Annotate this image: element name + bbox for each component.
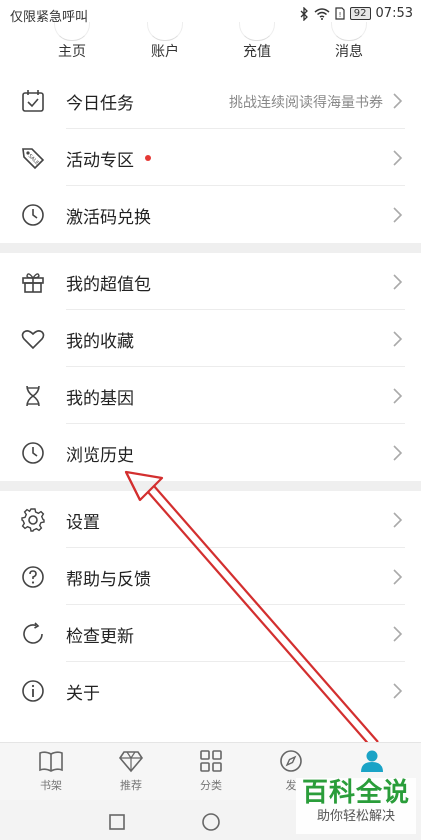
menu-item-label: 关于	[66, 684, 100, 704]
chevron-right-icon	[393, 512, 403, 528]
clock-icon	[22, 204, 44, 226]
home-icon	[54, 22, 90, 41]
top-tab-bar: 主页 账户 充值 消息	[0, 22, 421, 64]
menu-item-about[interactable]: 关于	[0, 662, 421, 719]
chevron-right-icon	[393, 274, 403, 290]
chevron-right-icon	[393, 150, 403, 166]
gear-icon	[21, 508, 45, 532]
section-separator	[0, 243, 421, 253]
menu-item-history[interactable]: 浏览历史	[0, 424, 421, 481]
nav-label: 书架	[40, 779, 62, 792]
menu-item-label: 设置	[66, 513, 100, 533]
wifi-icon	[314, 7, 330, 20]
tab-label: 充值	[243, 44, 271, 60]
menu-item-hint: 挑战连续阅读得海量书券	[229, 95, 383, 111]
recharge-icon	[239, 22, 275, 41]
menu-item-label: 帮助与反馈	[66, 570, 151, 590]
menu-item-label: 激活码兑换	[66, 208, 151, 228]
menu-item-check-update[interactable]: 检查更新	[0, 605, 421, 662]
refresh-icon	[23, 622, 43, 644]
compass-icon	[280, 750, 302, 772]
menu-item-help-feedback[interactable]: 帮助与反馈	[0, 548, 421, 605]
menu-item-label: 今日任务	[66, 94, 134, 114]
status-icons: ! 92 07:53	[299, 6, 413, 21]
watermark-logo: 百科全说 助你轻松解决	[296, 778, 416, 834]
notification-dot	[145, 155, 151, 161]
question-circle-icon	[22, 566, 44, 588]
home-button-icon[interactable]	[201, 813, 221, 833]
book-icon	[39, 751, 63, 772]
chevron-right-icon	[393, 683, 403, 699]
section-separator	[0, 481, 421, 491]
bluetooth-icon	[300, 6, 308, 21]
menu-item-label: 浏览历史	[66, 446, 134, 466]
menu-item-label: 我的超值包	[66, 275, 151, 295]
watermark-title: 百科全说	[301, 778, 410, 808]
nav-recommend[interactable]: 推荐	[101, 749, 161, 793]
dna-icon	[26, 385, 40, 407]
gift-icon	[22, 273, 44, 293]
chevron-right-icon	[393, 626, 403, 642]
menu-item-value-pack[interactable]: 我的超值包	[0, 253, 421, 310]
chevron-right-icon	[393, 207, 403, 223]
menu-item-favorites[interactable]: 我的收藏	[0, 310, 421, 367]
diamond-icon	[119, 751, 143, 773]
battery-indicator: 92	[349, 7, 371, 20]
menu-item-label: 活动专区	[66, 151, 134, 171]
messages-icon	[331, 22, 367, 41]
chevron-right-icon	[393, 93, 403, 109]
heart-icon	[21, 330, 45, 350]
info-circle-icon	[22, 680, 44, 702]
nav-label: 推荐	[120, 779, 142, 792]
tab-home[interactable]: 主页	[27, 22, 117, 61]
recent-apps-icon[interactable]	[108, 813, 126, 831]
chevron-right-icon	[393, 331, 403, 347]
chevron-right-icon	[393, 569, 403, 585]
menu-item-daily-tasks[interactable]: 今日任务 挑战连续阅读得海量书券	[0, 72, 421, 129]
clock-time: 07:53	[375, 6, 413, 21]
menu-item-settings[interactable]: 设置	[0, 491, 421, 548]
grid-icon	[200, 750, 222, 772]
tag-sale-icon: SALE	[22, 148, 45, 170]
tab-recharge[interactable]: 充值	[212, 22, 302, 61]
nav-label: 分类	[200, 779, 222, 792]
nav-bookshelf[interactable]: 书架	[21, 749, 81, 793]
tab-messages[interactable]: 消息	[304, 22, 394, 61]
watermark-subtitle: 助你轻松解决	[316, 809, 395, 824]
menu-list: 今日任务 挑战连续阅读得海量书券 SALE 活动专区 激活码兑换 我的超值包 我…	[0, 72, 421, 719]
chevron-right-icon	[393, 445, 403, 461]
nav-profile[interactable]	[342, 749, 402, 777]
menu-item-label: 我的基因	[66, 389, 134, 409]
menu-item-activities[interactable]: SALE 活动专区	[0, 129, 421, 186]
tab-account[interactable]: 账户	[120, 22, 210, 61]
menu-item-genes[interactable]: 我的基因	[0, 367, 421, 424]
menu-item-label: 检查更新	[66, 627, 134, 647]
svg-text:!: !	[338, 11, 341, 19]
person-icon	[361, 750, 383, 772]
menu-item-redeem-code[interactable]: 激活码兑换	[0, 186, 421, 243]
chevron-right-icon	[393, 388, 403, 404]
history-clock-icon	[22, 442, 44, 464]
nav-category[interactable]: 分类	[181, 749, 241, 793]
tab-label: 主页	[58, 44, 86, 60]
tab-label: 消息	[335, 44, 363, 60]
account-icon	[147, 22, 183, 41]
tab-label: 账户	[151, 44, 179, 60]
calendar-check-icon	[22, 90, 44, 112]
sim-icon: !	[335, 7, 345, 20]
menu-item-label: 我的收藏	[66, 332, 134, 352]
